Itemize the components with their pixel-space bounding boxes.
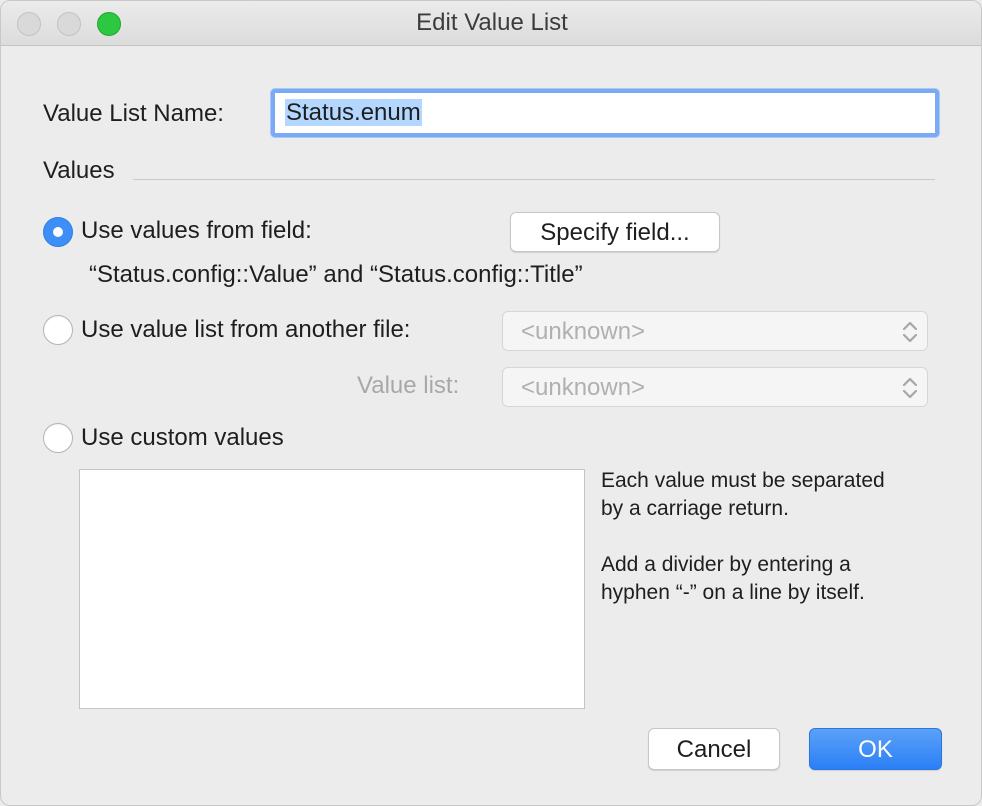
value-list-popup-value: <unknown> bbox=[521, 374, 646, 401]
use-values-from-field-label[interactable]: Use values from field: bbox=[81, 217, 312, 245]
custom-values-textarea[interactable] bbox=[79, 469, 585, 709]
edit-value-list-dialog: Edit Value List Value List Name: Status.… bbox=[0, 0, 982, 806]
use-value-list-from-file-radio[interactable] bbox=[43, 315, 73, 345]
value-list-name-label: Value List Name: bbox=[43, 100, 224, 127]
value-list-label: Value list: bbox=[357, 372, 460, 399]
value-list-popup[interactable]: <unknown> bbox=[502, 367, 928, 407]
ok-button[interactable]: OK bbox=[809, 728, 942, 770]
value-list-name-text: Status.enum bbox=[285, 99, 422, 126]
custom-values-hint-line: by a carriage return. bbox=[601, 497, 789, 520]
section-divider bbox=[133, 179, 935, 180]
up-down-chevron-icon bbox=[902, 321, 918, 343]
value-list-name-input[interactable]: Status.enum bbox=[271, 89, 939, 137]
custom-values-hint-line: Each value must be separated bbox=[601, 469, 885, 492]
window-title: Edit Value List bbox=[416, 9, 568, 36]
file-popup-value: <unknown> bbox=[521, 318, 646, 345]
custom-values-hint-line: hyphen “-” on a line by itself. bbox=[601, 581, 865, 604]
up-down-chevron-icon bbox=[902, 377, 918, 399]
custom-values-hint-line: Add a divider by entering a bbox=[601, 553, 851, 576]
title-bar[interactable]: Edit Value List bbox=[1, 1, 981, 46]
selected-fields-description: “Status.config::Value” and “Status.confi… bbox=[89, 261, 583, 288]
radio-selected-dot bbox=[53, 227, 63, 237]
values-section-title: Values bbox=[43, 157, 115, 184]
specify-field-button[interactable]: Specify field... bbox=[510, 212, 720, 252]
use-values-from-field-radio[interactable] bbox=[43, 217, 73, 247]
file-popup[interactable]: <unknown> bbox=[502, 311, 928, 351]
use-custom-values-label[interactable]: Use custom values bbox=[81, 424, 284, 452]
use-value-list-from-file-label[interactable]: Use value list from another file: bbox=[81, 316, 410, 344]
use-custom-values-radio[interactable] bbox=[43, 423, 73, 453]
cancel-button[interactable]: Cancel bbox=[648, 728, 780, 770]
